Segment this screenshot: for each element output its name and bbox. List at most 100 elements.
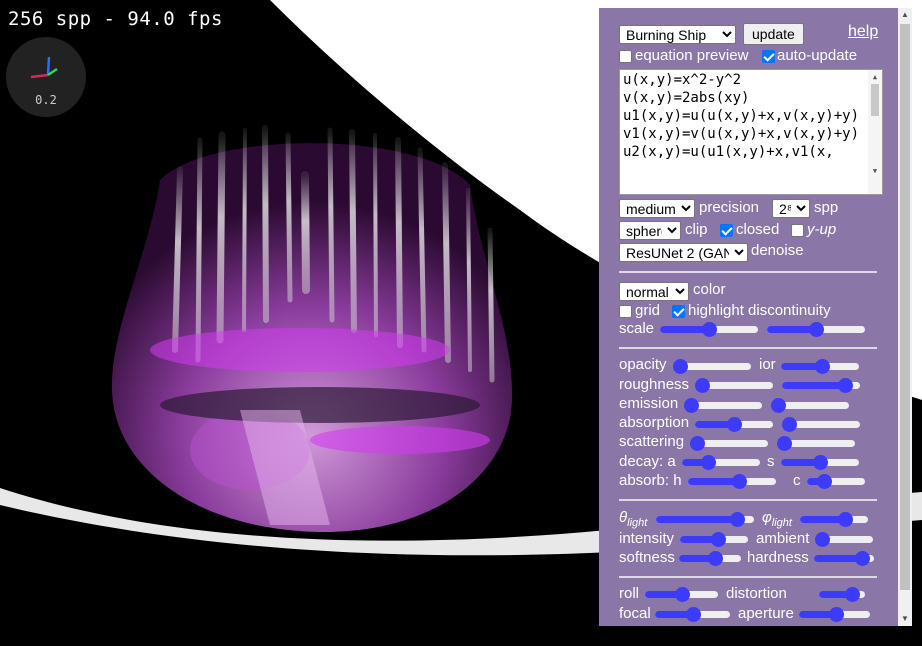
decay-a-label: decay: a (619, 453, 676, 470)
clip-select[interactable]: sphere (619, 221, 681, 240)
axis-gizmo[interactable]: 0.2 (6, 37, 86, 117)
slider-knob[interactable] (828, 607, 844, 622)
decay-a-slider[interactable] (682, 454, 760, 470)
intensity-slider[interactable] (680, 531, 748, 547)
grid-checkbox[interactable] (619, 305, 632, 318)
equation-preview-label: equation preview (635, 47, 749, 64)
phi-subscript: light (771, 517, 792, 529)
slider-knob[interactable] (815, 532, 830, 547)
roughness-slider-2[interactable] (782, 377, 860, 393)
highlight-discontinuity-label: highlight discontinuity (688, 302, 831, 319)
focal-label: focal (619, 605, 651, 622)
precision-label: precision (699, 199, 760, 216)
color-select[interactable]: normal (619, 282, 689, 301)
precision-select[interactable]: medium (619, 199, 695, 218)
softness-slider[interactable] (679, 550, 741, 566)
slider-fill (782, 382, 846, 389)
fractal-select[interactable]: Burning Ship (619, 25, 736, 44)
emission-slider[interactable] (684, 397, 762, 413)
aperture-label: aperture (738, 605, 794, 622)
roughness-label: roughness (619, 376, 690, 393)
slider-knob[interactable] (685, 607, 701, 622)
slider-knob[interactable] (695, 378, 710, 393)
gizmo-scale-label: 0.2 (35, 93, 57, 107)
slider-knob[interactable] (673, 359, 688, 374)
roughness-slider[interactable] (695, 377, 773, 393)
hardness-slider[interactable] (814, 550, 874, 566)
phi-light-slider[interactable] (800, 511, 868, 527)
auto-update-label: auto-update (777, 47, 858, 64)
absorption-slider-2[interactable] (782, 416, 860, 432)
y-up-label: y-up (807, 221, 837, 238)
equation-preview-checkbox[interactable] (619, 50, 632, 63)
slider-knob[interactable] (727, 417, 742, 432)
roll-slider[interactable] (645, 586, 718, 602)
closed-checkbox[interactable] (720, 224, 733, 237)
scroll-up-icon[interactable]: ▲ (898, 8, 912, 22)
theta-light-slider[interactable] (656, 511, 754, 527)
distortion-label: distortion (726, 585, 787, 602)
scattering-label: scattering (619, 433, 685, 450)
slider-knob[interactable] (771, 398, 786, 413)
scroll-up-icon[interactable]: ▲ (868, 71, 882, 83)
scrollbar-thumb[interactable] (900, 24, 910, 590)
slider-knob[interactable] (729, 512, 745, 527)
slider-knob[interactable] (838, 378, 854, 393)
absorption-label: absorption (619, 414, 690, 431)
absorb-h-slider[interactable] (688, 473, 776, 489)
slider-fill (656, 516, 737, 523)
equation-scrollbar[interactable]: ▲ ▼ (868, 70, 882, 194)
absorption-slider[interactable] (695, 416, 773, 432)
slider-knob[interactable] (809, 322, 824, 337)
slider-knob[interactable] (711, 532, 727, 547)
theta-symbol: θ (619, 509, 628, 526)
slider-knob[interactable] (684, 398, 699, 413)
spp-select[interactable]: 2⁸ (772, 199, 810, 218)
slider-knob[interactable] (845, 587, 861, 602)
divider (619, 499, 877, 501)
divider (619, 271, 877, 273)
equation-line: u(x,y)=x^2-y^2 (623, 72, 742, 88)
slider-knob[interactable] (674, 587, 690, 602)
y-up-checkbox[interactable] (791, 224, 804, 237)
scattering-slider-2[interactable] (777, 435, 855, 451)
opacity-slider[interactable] (673, 358, 751, 374)
slider-knob[interactable] (777, 436, 792, 451)
scale-slider-1[interactable] (660, 321, 758, 337)
focal-slider[interactable] (655, 606, 730, 622)
color-label: color (693, 281, 726, 298)
denoise-label: denoise (751, 242, 804, 259)
slider-knob[interactable] (707, 551, 723, 566)
slider-knob[interactable] (837, 512, 853, 527)
update-button[interactable]: update (743, 23, 804, 45)
help-link[interactable]: help (848, 23, 878, 41)
emission-slider-2[interactable] (771, 397, 849, 413)
scattering-slider[interactable] (690, 435, 768, 451)
ambient-label: ambient (756, 530, 810, 547)
ambient-slider[interactable] (815, 531, 873, 547)
slider-knob[interactable] (732, 474, 748, 489)
slider-knob[interactable] (855, 551, 871, 566)
equation-textarea[interactable]: u(x,y)=x^2-y^2 v(x,y)=2abs(xy) u1(x,y)=u(u… (619, 69, 883, 195)
scroll-down-icon[interactable]: ▼ (898, 612, 912, 626)
ior-slider[interactable] (781, 358, 859, 374)
slider-knob[interactable] (816, 474, 832, 489)
slider-knob[interactable] (813, 455, 828, 470)
slider-knob[interactable] (701, 455, 717, 470)
slider-knob[interactable] (690, 436, 705, 451)
auto-update-checkbox[interactable] (762, 50, 775, 63)
render-stats: 256 spp - 94.0 fps (8, 8, 223, 30)
decay-s-slider[interactable] (781, 454, 859, 470)
slider-knob[interactable] (702, 322, 717, 337)
distortion-slider[interactable] (819, 586, 865, 602)
highlight-discontinuity-checkbox[interactable] (672, 305, 685, 318)
denoise-select[interactable]: ResUNet 2 (GAN) (619, 243, 748, 262)
panel-scrollbar[interactable]: ▲ ▼ (898, 8, 912, 626)
slider-knob[interactable] (782, 417, 797, 432)
absorb-c-slider[interactable] (807, 473, 865, 489)
slider-knob[interactable] (814, 359, 830, 374)
divider (619, 576, 877, 578)
scroll-down-icon[interactable]: ▼ (868, 165, 882, 177)
scale-slider-2[interactable] (767, 321, 865, 337)
aperture-slider[interactable] (799, 606, 870, 622)
